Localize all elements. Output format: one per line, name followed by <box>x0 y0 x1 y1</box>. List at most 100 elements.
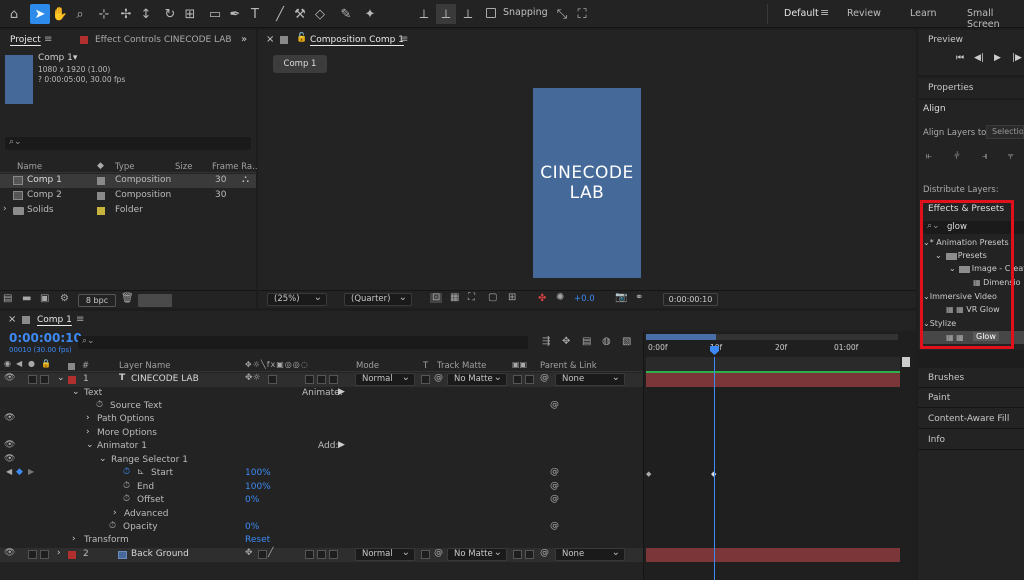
prop-end-row[interactable]: ⏱ End 100% @ <box>0 481 643 495</box>
content-aware-fill-tab[interactable]: Content-Aware Fill <box>918 409 1024 429</box>
tab-composition[interactable]: Composition Comp 1 <box>310 35 404 45</box>
layer-name[interactable]: CINECODE LAB <box>131 374 199 384</box>
parent-dropdown[interactable]: None <box>555 372 625 386</box>
workspace-default[interactable]: Default <box>784 8 819 19</box>
chevron-down-icon[interactable]: ⌄ <box>86 440 94 450</box>
rotate-tool-icon[interactable]: ↻ <box>160 4 180 24</box>
bpc-button[interactable]: 8 bpc <box>78 294 116 307</box>
parent-pickwhip-icon[interactable]: @ <box>540 373 549 383</box>
shy-layers-icon[interactable]: ✥ <box>562 337 570 347</box>
shy-switch-icon[interactable]: ✥☼ <box>245 373 261 383</box>
quality-switch[interactable] <box>258 550 267 559</box>
col-track-matte[interactable]: Track Matte <box>437 361 486 371</box>
quality-switch[interactable] <box>268 375 277 384</box>
chevron-down-icon[interactable]: ⌄ <box>57 373 65 383</box>
comp-breadcrumb[interactable]: Comp 1 <box>273 55 327 73</box>
workspace-small-screen[interactable]: Small Screen <box>967 8 1024 30</box>
col-name[interactable]: Name <box>17 162 42 172</box>
eye-icon[interactable]: 👁 <box>4 455 15 464</box>
work-area-bar[interactable] <box>646 334 716 340</box>
solo-toggle[interactable] <box>28 375 37 384</box>
track-matte-dropdown[interactable]: No Matte <box>447 372 507 386</box>
matte-invert-toggle[interactable] <box>525 550 534 559</box>
brushes-panel-tab[interactable]: Brushes <box>918 368 1024 388</box>
track-matte-dropdown[interactable]: No Matte <box>447 547 507 561</box>
prop-start-value[interactable]: 100% <box>245 468 271 478</box>
prop-offset-row[interactable]: ⏱ Offset 0% @ <box>0 494 643 508</box>
play-icon[interactable]: ▶ <box>994 53 1001 63</box>
align-left-icon[interactable]: ⫦ <box>926 152 932 162</box>
lock-icon[interactable]: 🔓 <box>296 33 307 43</box>
roto-brush-icon[interactable]: ✎ <box>336 4 356 24</box>
col-size[interactable]: Size <box>175 162 192 172</box>
col-layer-name[interactable]: Layer Name <box>119 361 170 371</box>
next-frame-icon[interactable]: |▶ <box>1012 53 1022 63</box>
project-row-solids[interactable]: › Solids Folder <box>0 204 256 218</box>
layer-label-color[interactable] <box>68 376 76 384</box>
properties-title[interactable]: Properties <box>928 83 973 93</box>
chevron-down-icon[interactable]: ⌄ <box>72 387 80 397</box>
next-keyframe-icon[interactable]: ▶ <box>28 467 34 476</box>
motion-blur-switch[interactable] <box>305 375 314 384</box>
frame-blending-icon[interactable]: ▤ <box>582 337 591 347</box>
parent-dropdown[interactable]: None <box>555 547 625 561</box>
prop-advanced-row[interactable]: › Advanced <box>0 508 643 522</box>
eraser-tool-icon[interactable]: ◇ <box>310 4 330 24</box>
puppet-pin-icon[interactable]: ✦ <box>360 4 380 24</box>
add-keyframe-icon[interactable]: ◆ <box>16 467 23 477</box>
zoom-tool-icon[interactable]: ⌕ <box>70 4 90 24</box>
work-area-track[interactable] <box>646 334 898 340</box>
project-row-comp1[interactable]: Comp 1 Composition 30 ⛬ <box>0 174 256 188</box>
exposure-value[interactable]: +0.0 <box>574 294 595 304</box>
chevron-right-icon[interactable]: › <box>86 427 90 437</box>
animate-menu-icon[interactable]: ▶ <box>338 387 345 397</box>
prop-text-row[interactable]: ⌄ Text Animate: ▶ <box>0 387 643 401</box>
audio-switch-icon[interactable]: ◀ <box>16 360 22 368</box>
eye-icon[interactable]: 👁 <box>4 549 15 558</box>
motion-blur-icon[interactable]: ◍ <box>602 337 611 347</box>
new-folder-icon[interactable]: ▬ <box>22 294 31 304</box>
project-search-input[interactable]: ⌕⌄ <box>5 137 251 150</box>
resolution-dropdown[interactable]: (Quarter) <box>344 292 412 306</box>
expression-pickwhip-icon[interactable]: @ <box>550 481 559 491</box>
expression-pickwhip-icon[interactable]: @ <box>550 521 559 531</box>
blend-mode-dropdown[interactable]: Normal <box>355 547 415 561</box>
layer-label-color[interactable] <box>68 551 76 559</box>
workspace-review[interactable]: Review <box>847 8 881 19</box>
matte-alpha-toggle[interactable] <box>513 550 522 559</box>
first-frame-icon[interactable]: ⏮ <box>956 53 964 63</box>
chevron-right-icon[interactable]: › <box>57 548 61 558</box>
local-axis-icon[interactable]: ⟂ <box>414 4 434 24</box>
label-tag-icon[interactable]: ◆ <box>97 161 104 171</box>
snapshot-icon[interactable]: 📷 <box>615 293 627 303</box>
prop-transform-row[interactable]: › Transform Reset <box>0 534 643 548</box>
close-icon[interactable]: × <box>8 314 16 325</box>
stopwatch-icon[interactable]: ⏱ <box>96 400 103 410</box>
prop-source-text-row[interactable]: ⏱ Source Text @ <box>0 400 643 414</box>
preserve-transparency-toggle[interactable] <box>421 375 430 384</box>
label-color-swatch[interactable] <box>97 192 105 200</box>
comp-info-name[interactable]: Comp 1▾ <box>38 53 77 63</box>
label-color-swatch[interactable] <box>97 207 105 215</box>
stopwatch-active-icon[interactable]: ⏱ <box>123 467 130 477</box>
dolly-camera-icon[interactable]: ↕ <box>136 4 156 24</box>
panel-menu-icon[interactable]: ≡ <box>400 34 408 45</box>
snap-features-icon[interactable]: ⛶ <box>572 4 592 24</box>
zoom-slider-handle[interactable] <box>902 357 910 367</box>
world-axis-icon[interactable]: ⟂ <box>436 4 456 24</box>
matte-pickwhip-icon[interactable]: @ <box>434 373 443 383</box>
col-parent[interactable]: Parent & Link <box>540 361 597 371</box>
transparency-grid-icon[interactable]: ▦ <box>450 293 459 303</box>
project-settings-icon[interactable]: ⚙ <box>60 294 69 304</box>
time-graph[interactable]: 0:00f 10f 20f 01:00f ◆ ◆ <box>643 331 916 580</box>
prop-more-options-row[interactable]: › More Options <box>0 427 643 441</box>
home-icon[interactable]: ⌂ <box>4 4 24 24</box>
prop-opacity-row[interactable]: ⏱ Opacity 0% @ <box>0 521 643 535</box>
close-icon[interactable]: × <box>266 34 274 45</box>
clone-stamp-icon[interactable]: ⚒ <box>290 4 310 24</box>
prop-end-value[interactable]: 100% <box>245 482 271 492</box>
matte-pickwhip-icon[interactable]: @ <box>434 548 443 558</box>
lock-toggle[interactable] <box>40 550 49 559</box>
expression-pickwhip-icon[interactable]: @ <box>550 494 559 504</box>
time-ruler[interactable]: 0:00f 10f 20f 01:00f <box>646 343 898 357</box>
